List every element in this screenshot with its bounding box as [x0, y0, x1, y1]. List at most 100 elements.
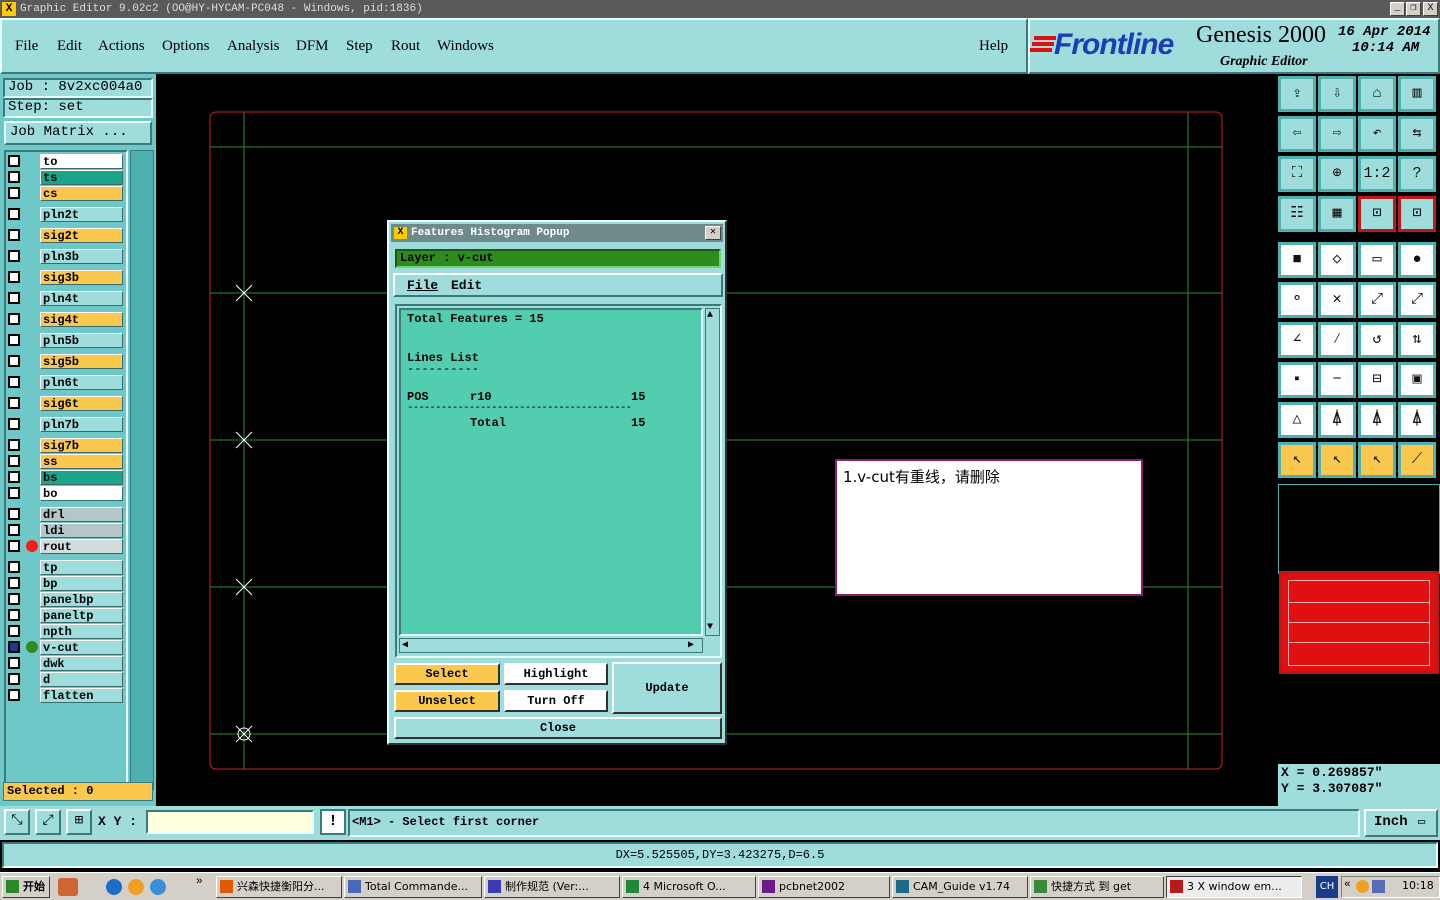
layer-checkbox[interactable]	[8, 250, 20, 262]
layer-checkbox[interactable]	[8, 397, 20, 409]
layer-name[interactable]: drl	[40, 507, 123, 522]
tray-icon-1[interactable]	[1356, 880, 1369, 893]
move-down-icon[interactable]: ⇩	[1318, 76, 1356, 112]
close-button[interactable]: X	[1423, 2, 1438, 16]
menu-file[interactable]: File	[15, 38, 38, 55]
layer-checkbox[interactable]	[8, 292, 20, 304]
layer-name[interactable]: pln4t	[40, 291, 123, 306]
hline-icon[interactable]: −	[1318, 362, 1356, 398]
layer-name[interactable]: sig2t	[40, 228, 123, 243]
unselect-button[interactable]: Unselect	[394, 690, 500, 712]
layer-row[interactable]: sig6t	[0, 396, 130, 411]
maximize-button[interactable]: ❐	[1406, 2, 1421, 16]
filter-icon[interactable]: ☷	[1278, 196, 1316, 232]
grid-tool-icon[interactable]: ⊞	[66, 809, 92, 835]
angle-icon[interactable]: ∠	[1278, 322, 1316, 358]
layer-row[interactable]: ss	[0, 454, 130, 469]
task-xwindow[interactable]: 3 X window em...	[1166, 876, 1302, 898]
arc-icon[interactable]: ↺	[1358, 322, 1396, 358]
layer-checkbox[interactable]	[8, 208, 20, 220]
menu-help[interactable]: Help	[979, 38, 1008, 55]
layer-row[interactable]: sig7b	[0, 438, 130, 453]
circle-icon[interactable]: ●	[1398, 242, 1436, 278]
layer-checkbox[interactable]	[8, 439, 20, 451]
layer-row[interactable]: cs	[0, 186, 130, 201]
layer-checkbox[interactable]	[8, 593, 20, 605]
undo-icon[interactable]: ↶	[1358, 116, 1396, 152]
units-dropdown-icon[interactable]: ▭	[1418, 811, 1425, 833]
layer-checkbox[interactable]	[8, 625, 20, 637]
layer-checkbox[interactable]	[8, 376, 20, 388]
menu-dfm[interactable]: DFM	[296, 38, 329, 55]
layer-checkbox[interactable]	[8, 313, 20, 325]
layer-name[interactable]: paneltp	[40, 608, 123, 623]
quicklaunch-icon-3[interactable]	[150, 879, 166, 895]
quicklaunch-icon-2[interactable]	[128, 879, 144, 895]
layer-name[interactable]: to	[40, 154, 123, 169]
layer-row[interactable]: flatten	[0, 688, 130, 703]
panel-icon[interactable]: ▥	[1398, 76, 1436, 112]
layer-row[interactable]: ldi	[0, 523, 130, 538]
step-preview[interactable]	[1279, 571, 1439, 674]
units-selector[interactable]: Inch ▭	[1364, 809, 1438, 837]
popup-menu-file[interactable]: File	[407, 278, 438, 293]
xy-input[interactable]	[146, 810, 314, 834]
fit-icon[interactable]: ⛶	[1278, 156, 1316, 192]
menu-edit[interactable]: Edit	[57, 38, 82, 55]
layer-name[interactable]: ts	[40, 170, 123, 185]
layer-checkbox[interactable]	[8, 471, 20, 483]
layer-checkbox[interactable]	[8, 561, 20, 573]
layer-name[interactable]: dwk	[40, 656, 123, 671]
layer-row[interactable]: tp	[0, 560, 130, 575]
horizontal-scrollbar[interactable]: ◀ ▶	[399, 638, 703, 653]
layer-row[interactable]: panelbp	[0, 592, 130, 607]
width-icon[interactable]: ⊟	[1358, 362, 1396, 398]
grid-icon[interactable]: ▦	[1318, 196, 1356, 232]
layer-row[interactable]: npth	[0, 624, 130, 639]
tray-expand-icon[interactable]: «	[1344, 879, 1351, 891]
layer-checkbox[interactable]	[8, 487, 20, 499]
layer-row[interactable]: sig5b	[0, 354, 130, 369]
histogram-text-area[interactable]: Total Features = 15 Lines List ---------…	[399, 308, 703, 636]
route-icon[interactable]: ⟋	[1398, 442, 1436, 478]
task-shortcut-get[interactable]: 快捷方式 到 get	[1030, 876, 1164, 898]
layer-name[interactable]: ss	[40, 454, 123, 469]
start-button[interactable]: 开始	[2, 876, 50, 898]
menu-rout[interactable]: Rout	[391, 38, 420, 55]
quicklaunch-app-icon[interactable]	[58, 878, 78, 896]
zoom-tool-icon[interactable]: ⤡	[4, 809, 30, 835]
layer-name[interactable]: sig3b	[40, 270, 123, 285]
scroll-right-icon[interactable]: ▶	[688, 640, 694, 652]
layer-checkbox[interactable]	[8, 641, 20, 653]
ie-icon[interactable]	[106, 879, 122, 895]
move-left-icon[interactable]: ⇦	[1278, 116, 1316, 152]
layer-name[interactable]: bp	[40, 576, 123, 591]
pad-icon[interactable]: ■	[1278, 242, 1316, 278]
pointer2-icon[interactable]: ↖	[1318, 442, 1356, 478]
layer-checkbox[interactable]	[8, 455, 20, 467]
layer-name[interactable]: sig5b	[40, 354, 123, 369]
triangle-icon[interactable]: △	[1278, 402, 1316, 438]
layer-row[interactable]: drl	[0, 507, 130, 522]
move-up-icon[interactable]: ⇪	[1278, 76, 1316, 112]
quicklaunch-more-icon[interactable]: »	[196, 876, 203, 888]
layer-checkbox[interactable]	[8, 577, 20, 589]
layer-row[interactable]: v-cut	[0, 640, 130, 655]
snap-alt-icon[interactable]: ⊡	[1398, 196, 1436, 232]
layer-name[interactable]: pln7b	[40, 417, 123, 432]
task-total-commander[interactable]: Total Commande...	[344, 876, 482, 898]
highlight-button[interactable]: Highlight	[504, 663, 608, 685]
layer-name[interactable]: panelbp	[40, 592, 123, 607]
layer-row[interactable]: pln5b	[0, 333, 130, 348]
layer-row[interactable]: pln7b	[0, 417, 130, 432]
pointer3-icon[interactable]: ↖	[1358, 442, 1396, 478]
slash-icon[interactable]: ∕	[1318, 322, 1356, 358]
arch-icon[interactable]: ⍋	[1318, 402, 1356, 438]
layer-row[interactable]: sig3b	[0, 270, 130, 285]
layer-row[interactable]: paneltp	[0, 608, 130, 623]
task-xingsen[interactable]: 兴森快捷衡阳分...	[216, 876, 342, 898]
layer-row[interactable]: sig2t	[0, 228, 130, 243]
layer-name[interactable]: pln3b	[40, 249, 123, 264]
layer-name[interactable]: npth	[40, 624, 123, 639]
ruler-icon[interactable]: ▭	[1358, 242, 1396, 278]
